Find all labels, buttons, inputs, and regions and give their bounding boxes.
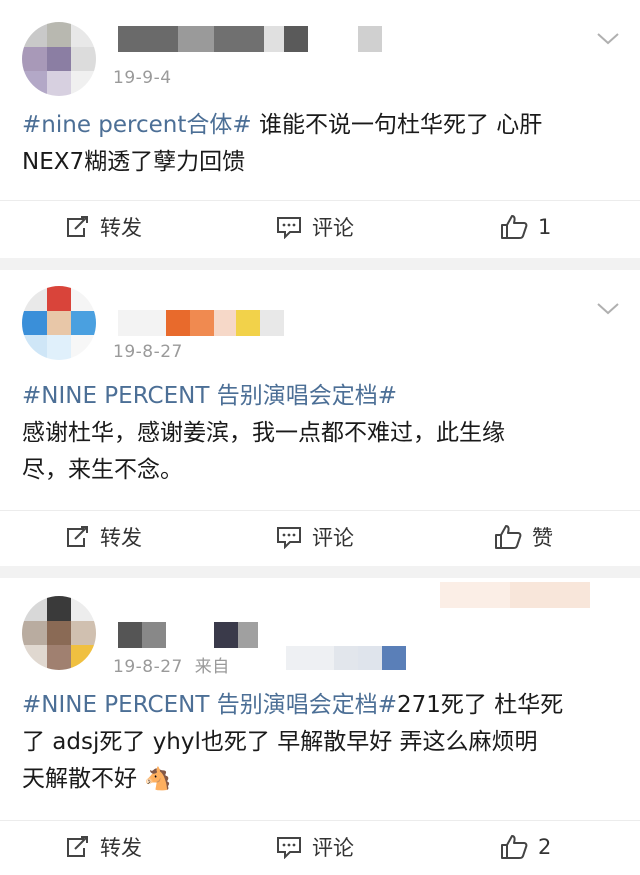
- post-card: 19-8-27 #NINE PERCENT 告别演唱会定档# 感谢杜华，感谢姜滨…: [0, 270, 640, 566]
- comment-icon: [277, 837, 301, 859]
- like-button[interactable]: 赞: [494, 511, 553, 563]
- like-icon: [501, 215, 528, 239]
- post-text: 271死了 杜华死: [396, 692, 564, 718]
- post-date: 19-8-27 来自: [113, 657, 230, 677]
- source-prefix: 来自: [194, 657, 230, 677]
- chevron-down-icon[interactable]: [596, 32, 620, 46]
- comment-label: 评论: [312, 216, 354, 240]
- repost-button[interactable]: 转发: [64, 511, 142, 563]
- topic-link[interactable]: #NINE PERCENT 告别演唱会定档#: [22, 692, 397, 718]
- repost-label: 转发: [100, 526, 142, 550]
- username-blurred[interactable]: [118, 310, 284, 336]
- comment-icon: [277, 527, 301, 549]
- like-label: 赞: [532, 526, 553, 550]
- post-content: #NINE PERCENT 告别演唱会定档# 感谢杜华，感谢姜滨，我一点都不难过…: [22, 378, 622, 489]
- post-date: 19-8-27: [113, 342, 183, 362]
- like-button[interactable]: 1: [500, 201, 551, 253]
- repost-icon: [67, 216, 88, 237]
- horse-emoji: 🐴: [144, 767, 172, 792]
- topic-link[interactable]: #nine percent合体#: [22, 112, 252, 138]
- repost-button[interactable]: 转发: [64, 821, 142, 873]
- post-text: 了 adsj死了 yhyl也死了 早解散早好 弄这么麻烦明: [22, 729, 538, 755]
- repost-label: 转发: [100, 836, 142, 860]
- post-content: #NINE PERCENT 告别演唱会定档#271死了 杜华死 了 adsj死了…: [22, 687, 622, 798]
- repost-label: 转发: [100, 216, 142, 240]
- comment-icon: [277, 217, 301, 239]
- repost-icon: [67, 526, 88, 547]
- username-blurred[interactable]: [118, 622, 258, 648]
- comment-button[interactable]: 评论: [276, 821, 354, 873]
- like-icon: [495, 525, 522, 549]
- post-actions: 转发 评论 赞: [0, 510, 640, 562]
- post-separator: [0, 566, 640, 578]
- comment-label: 评论: [312, 836, 354, 860]
- post-text: NEX7糊透了孽力回馈: [22, 149, 246, 175]
- comment-button[interactable]: 评论: [276, 511, 354, 563]
- post-card: 19-8-27 来自 #NINE PERCENT 告别演唱会定档#271死了 杜…: [0, 578, 640, 875]
- avatar[interactable]: [22, 286, 96, 360]
- avatar[interactable]: [22, 22, 96, 96]
- post-actions: 转发 评论 2: [0, 820, 640, 872]
- topic-link[interactable]: #NINE PERCENT 告别演唱会定档#: [22, 383, 397, 409]
- post-text: 谁能不说一句杜华死了 心肝: [251, 112, 543, 138]
- post-date: 19-9-4: [113, 68, 172, 88]
- comment-button[interactable]: 评论: [276, 201, 354, 253]
- weibo-feed: 19-9-4 #nine percent合体# 谁能不说一句杜华死了 心肝 NE…: [0, 0, 640, 875]
- repost-icon: [67, 836, 88, 857]
- like-count: 1: [538, 215, 552, 239]
- like-count: 2: [538, 835, 552, 859]
- comment-label: 评论: [312, 526, 354, 550]
- chevron-down-icon[interactable]: [596, 302, 620, 316]
- post-separator: [0, 258, 640, 270]
- post-text: 感谢杜华，感谢姜滨，我一点都不难过，此生缘: [22, 420, 505, 446]
- avatar[interactable]: [22, 596, 96, 670]
- post-actions: 转发 评论 1: [0, 200, 640, 252]
- username-blurred[interactable]: [118, 26, 382, 52]
- source-blurred[interactable]: [286, 646, 406, 670]
- post-text: 尽，来生不念。: [22, 457, 183, 483]
- post-card: 19-9-4 #nine percent合体# 谁能不说一句杜华死了 心肝 NE…: [0, 0, 640, 258]
- post-text: 天解散不好: [22, 766, 137, 792]
- post-content: #nine percent合体# 谁能不说一句杜华死了 心肝 NEX7糊透了孽力…: [22, 107, 622, 181]
- like-icon: [501, 835, 528, 859]
- like-button[interactable]: 2: [500, 821, 551, 873]
- decorative-blur: [440, 582, 590, 608]
- repost-button[interactable]: 转发: [64, 201, 142, 253]
